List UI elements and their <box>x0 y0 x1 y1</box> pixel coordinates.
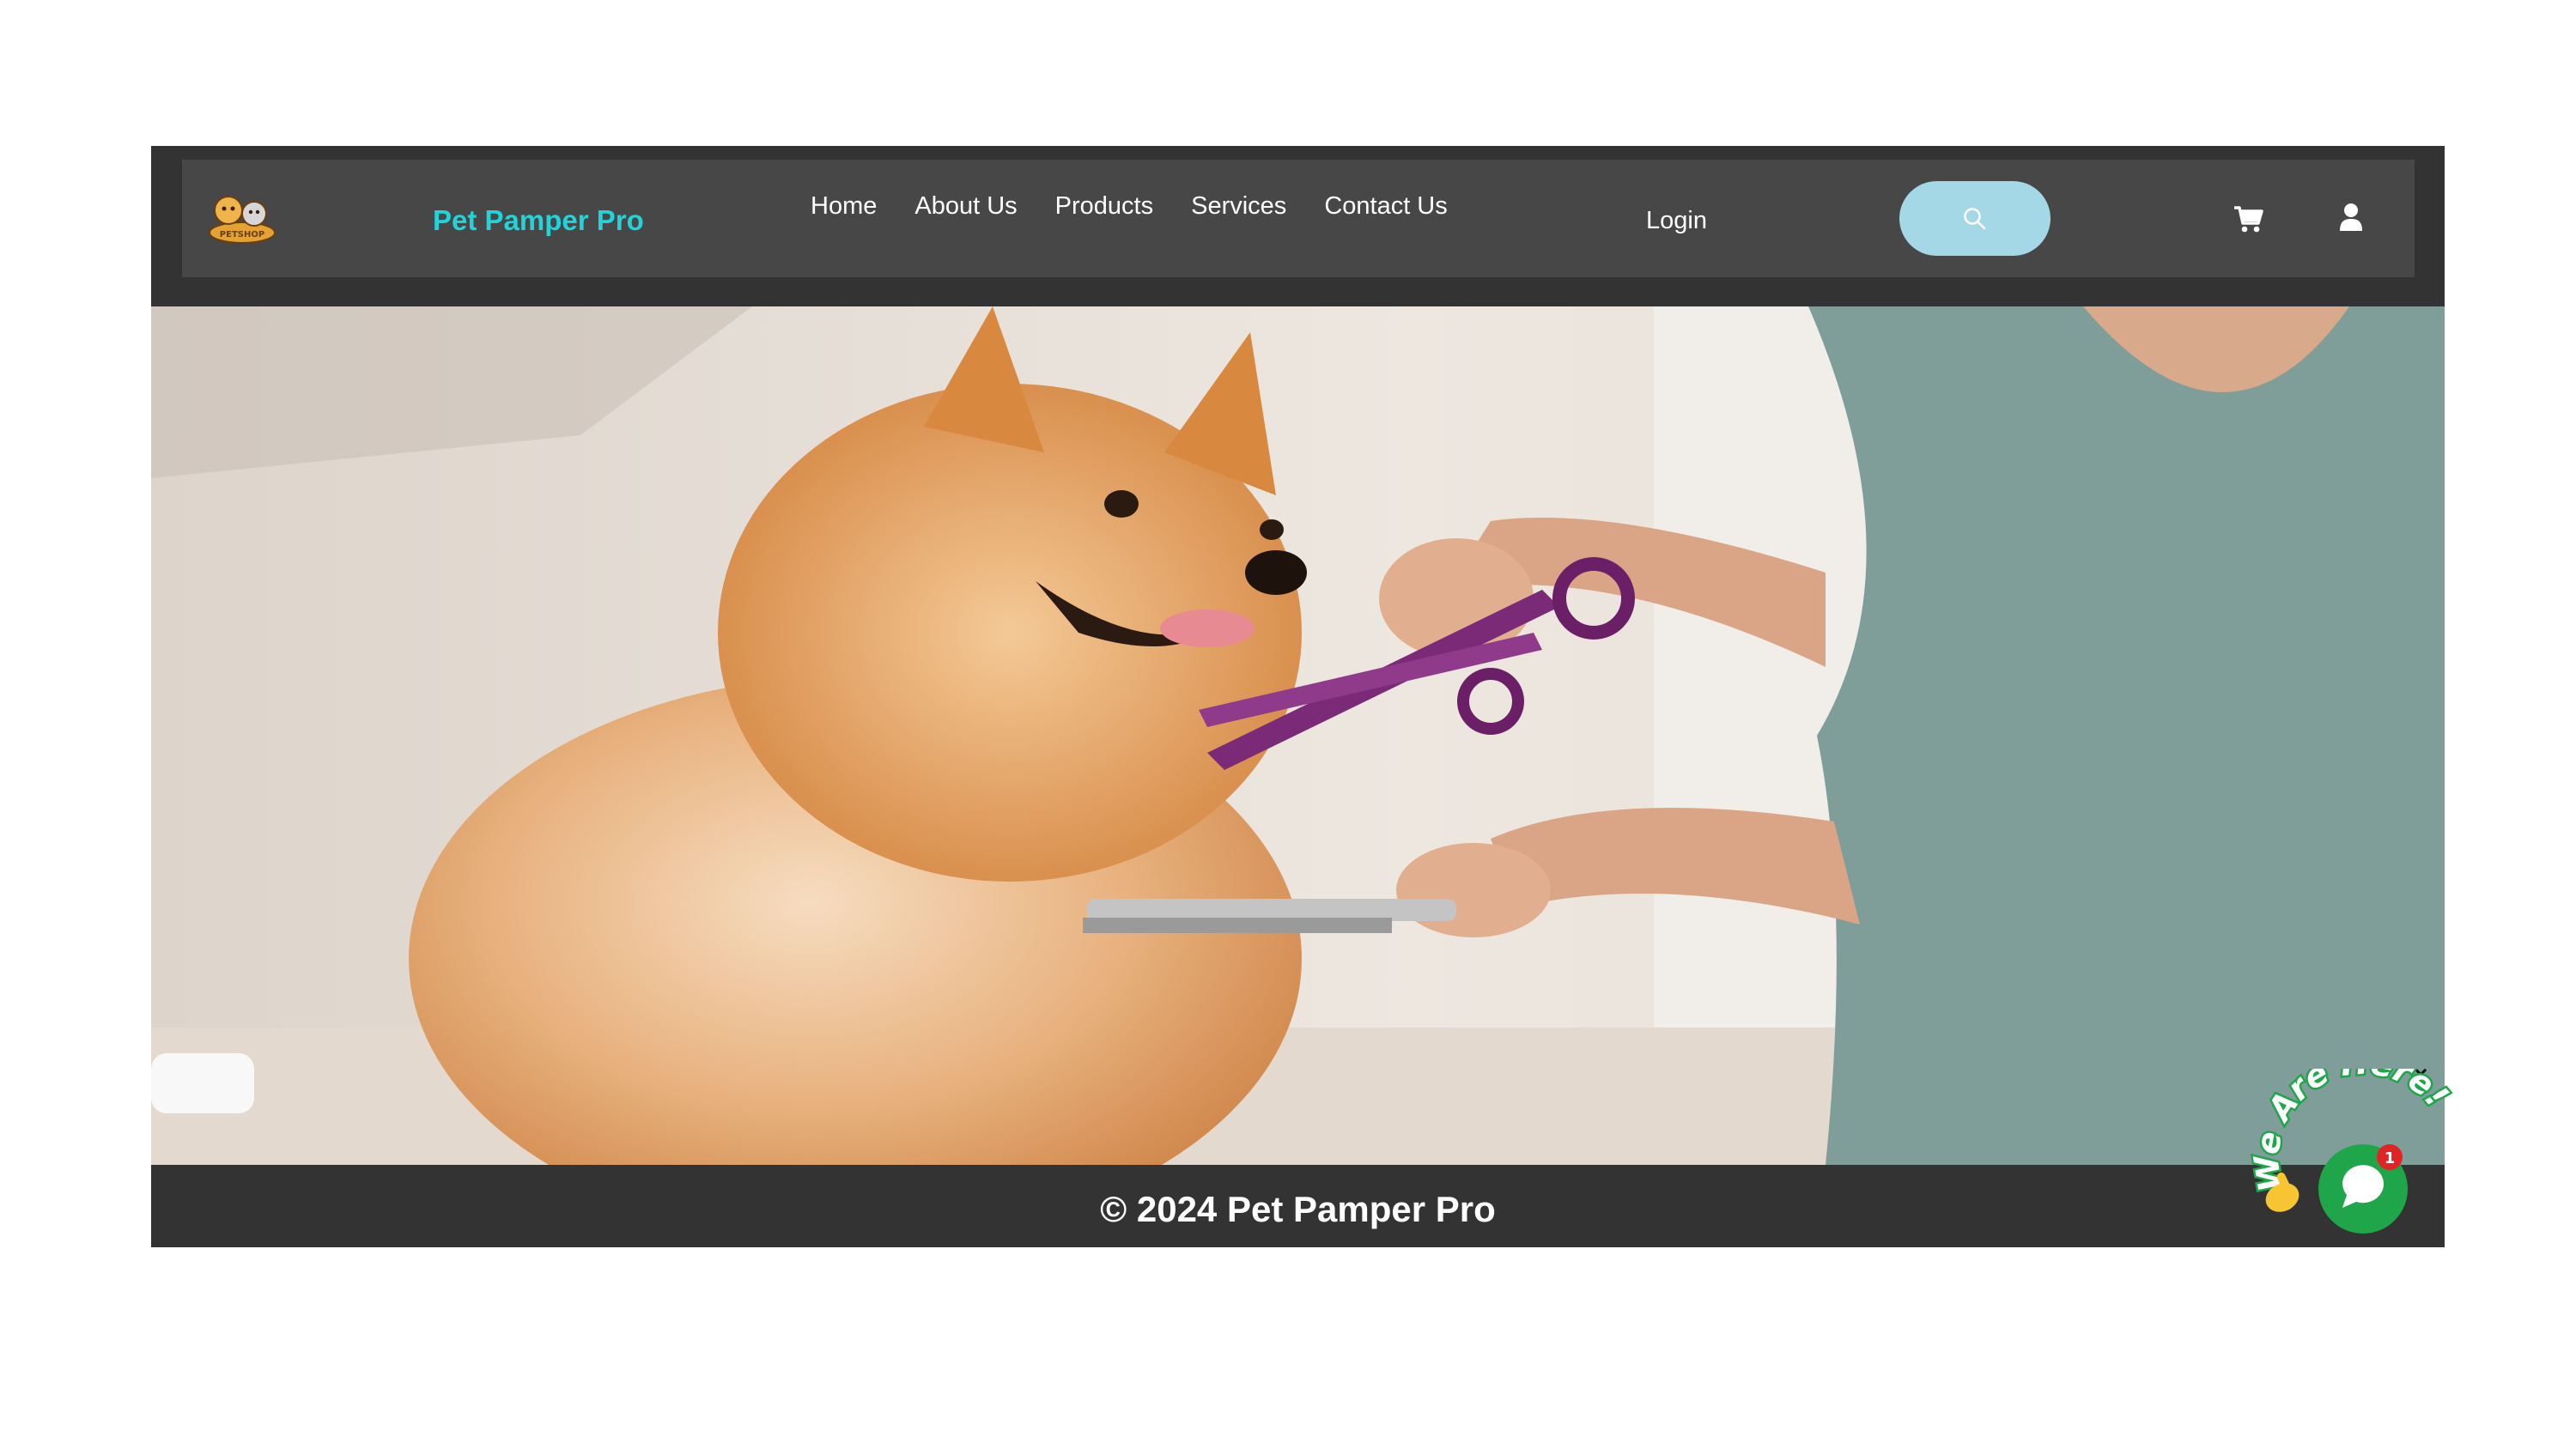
nav-services[interactable]: Services <box>1191 192 1286 221</box>
pomeranian-grooming-illustration <box>151 306 2445 1165</box>
search-button[interactable] <box>1899 181 2050 256</box>
cart-icon[interactable] <box>2233 204 2263 233</box>
nav-home[interactable]: Home <box>811 192 877 221</box>
nav-about-us[interactable]: About Us <box>914 192 1017 221</box>
notification-count: 1 <box>2385 1149 2396 1167</box>
main-nav: Home About Us Products Services Contact … <box>811 192 1485 221</box>
login-link[interactable]: Login <box>1646 207 1707 235</box>
site-frame: PETSHOP Pet Pamper Pro Home About Us Pro… <box>151 146 2445 1247</box>
chat-widget[interactable]: We Are Here! 1 <box>2250 1069 2456 1240</box>
nav-contact-us[interactable]: Contact Us <box>1324 192 1447 221</box>
footer-copyright: © 2024 Pet Pamper Pro <box>1100 1189 1496 1229</box>
brand-name[interactable]: Pet Pamper Pro <box>433 204 644 237</box>
nav-products[interactable]: Products <box>1055 192 1153 221</box>
user-icon[interactable] <box>2339 203 2363 232</box>
hero-image <box>151 306 2445 1165</box>
search-icon <box>1964 207 1986 229</box>
logo-text: PETSHOP <box>220 230 264 239</box>
navbar: PETSHOP Pet Pamper Pro Home About Us Pro… <box>182 160 2415 277</box>
petshop-logo[interactable]: PETSHOP <box>208 191 276 245</box>
